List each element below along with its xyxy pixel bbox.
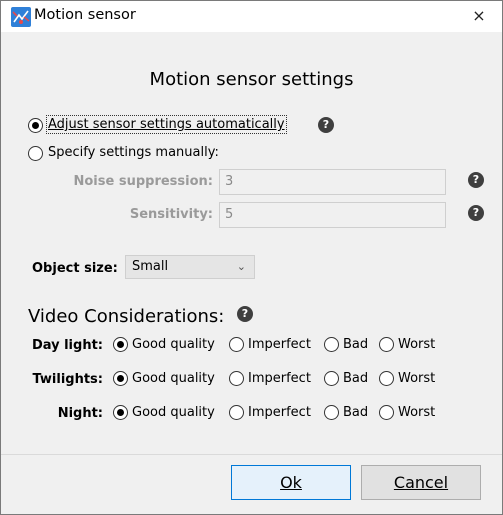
video-option-worst[interactable]: Worst (379, 405, 435, 420)
chevron-down-icon: ⌄ (236, 260, 246, 273)
video-option-label: Imperfect (248, 337, 311, 352)
video-option-label: Worst (398, 405, 436, 420)
video-option-radio[interactable] (229, 337, 244, 352)
app-icon (11, 7, 31, 27)
noise-help-icon[interactable]: ? (468, 172, 484, 188)
video-option-label: Imperfect (248, 371, 311, 386)
video-option-label: Good quality (132, 337, 215, 352)
auto-mode-text: Adjust sensor settings automatically (48, 117, 285, 132)
video-option-bad[interactable]: Bad (324, 371, 368, 386)
video-option-label: Good quality (132, 371, 215, 386)
video-row-label: Day light: (31, 338, 103, 353)
sensitivity-help-icon[interactable]: ? (468, 205, 484, 221)
auto-mode-radio[interactable] (28, 118, 43, 133)
video-option-radio[interactable] (379, 371, 394, 386)
cancel-button[interactable]: Cancel (361, 465, 481, 500)
video-considerations-heading: Video Considerations: (28, 306, 225, 327)
help-icon[interactable]: ? (318, 117, 334, 133)
noise-suppression-label: Noise suppression: (73, 174, 214, 189)
video-option-label: Bad (343, 371, 369, 386)
video-option-label: Bad (343, 337, 369, 352)
window-title: Motion sensor (34, 7, 136, 23)
ok-label: Ok (280, 473, 302, 492)
video-option-worst[interactable]: Worst (379, 371, 435, 386)
video-option-imperfect[interactable]: Imperfect (229, 371, 311, 386)
noise-suppression-field[interactable]: 3 (219, 169, 446, 195)
video-option-radio[interactable] (379, 405, 394, 420)
video-option-imperfect[interactable]: Imperfect (229, 337, 311, 352)
ok-button[interactable]: Ok (231, 465, 351, 500)
video-option-label: Good quality (132, 405, 215, 420)
sensitivity-field[interactable]: 5 (219, 202, 446, 228)
video-option-good-quality[interactable]: Good quality (113, 405, 215, 420)
close-icon: × (472, 6, 486, 25)
close-button[interactable]: × (456, 1, 502, 32)
video-option-label: Worst (398, 337, 436, 352)
auto-mode-label[interactable]: Adjust sensor settings automatically (46, 115, 287, 134)
video-row-label: Night: (57, 406, 103, 421)
object-size-value: Small (132, 259, 169, 274)
video-option-imperfect[interactable]: Imperfect (229, 405, 311, 420)
video-option-radio[interactable] (113, 337, 128, 352)
video-option-good-quality[interactable]: Good quality (113, 337, 215, 352)
video-option-label: Worst (398, 371, 436, 386)
video-option-bad[interactable]: Bad (324, 337, 368, 352)
video-option-radio[interactable] (113, 405, 128, 420)
video-option-radio[interactable] (229, 405, 244, 420)
dialog-footer: Ok Cancel (1, 454, 502, 514)
object-size-label: Object size: (32, 261, 118, 276)
manual-mode-radio[interactable] (28, 146, 43, 161)
video-row-label: Twilights: (32, 372, 103, 387)
video-option-good-quality[interactable]: Good quality (113, 371, 215, 386)
video-help-icon[interactable]: ? (237, 306, 253, 322)
manual-mode-label[interactable]: Specify settings manually: (48, 145, 219, 160)
video-option-worst[interactable]: Worst (379, 337, 435, 352)
video-option-label: Bad (343, 405, 369, 420)
cancel-label: Cancel (393, 473, 449, 492)
motion-sensor-dialog: Motion sensor × Motion sensor settings A… (0, 0, 503, 515)
video-option-radio[interactable] (379, 337, 394, 352)
video-option-radio[interactable] (113, 371, 128, 386)
title-bar: Motion sensor × (1, 1, 502, 32)
video-option-radio[interactable] (324, 337, 339, 352)
video-option-radio[interactable] (324, 405, 339, 420)
video-option-label: Imperfect (248, 405, 311, 420)
video-option-radio[interactable] (229, 371, 244, 386)
video-option-radio[interactable] (324, 371, 339, 386)
video-option-bad[interactable]: Bad (324, 405, 368, 420)
settings-heading: Motion sensor settings (149, 69, 354, 90)
object-size-select[interactable]: Small ⌄ (125, 255, 255, 279)
sensitivity-label: Sensitivity: (129, 207, 213, 222)
